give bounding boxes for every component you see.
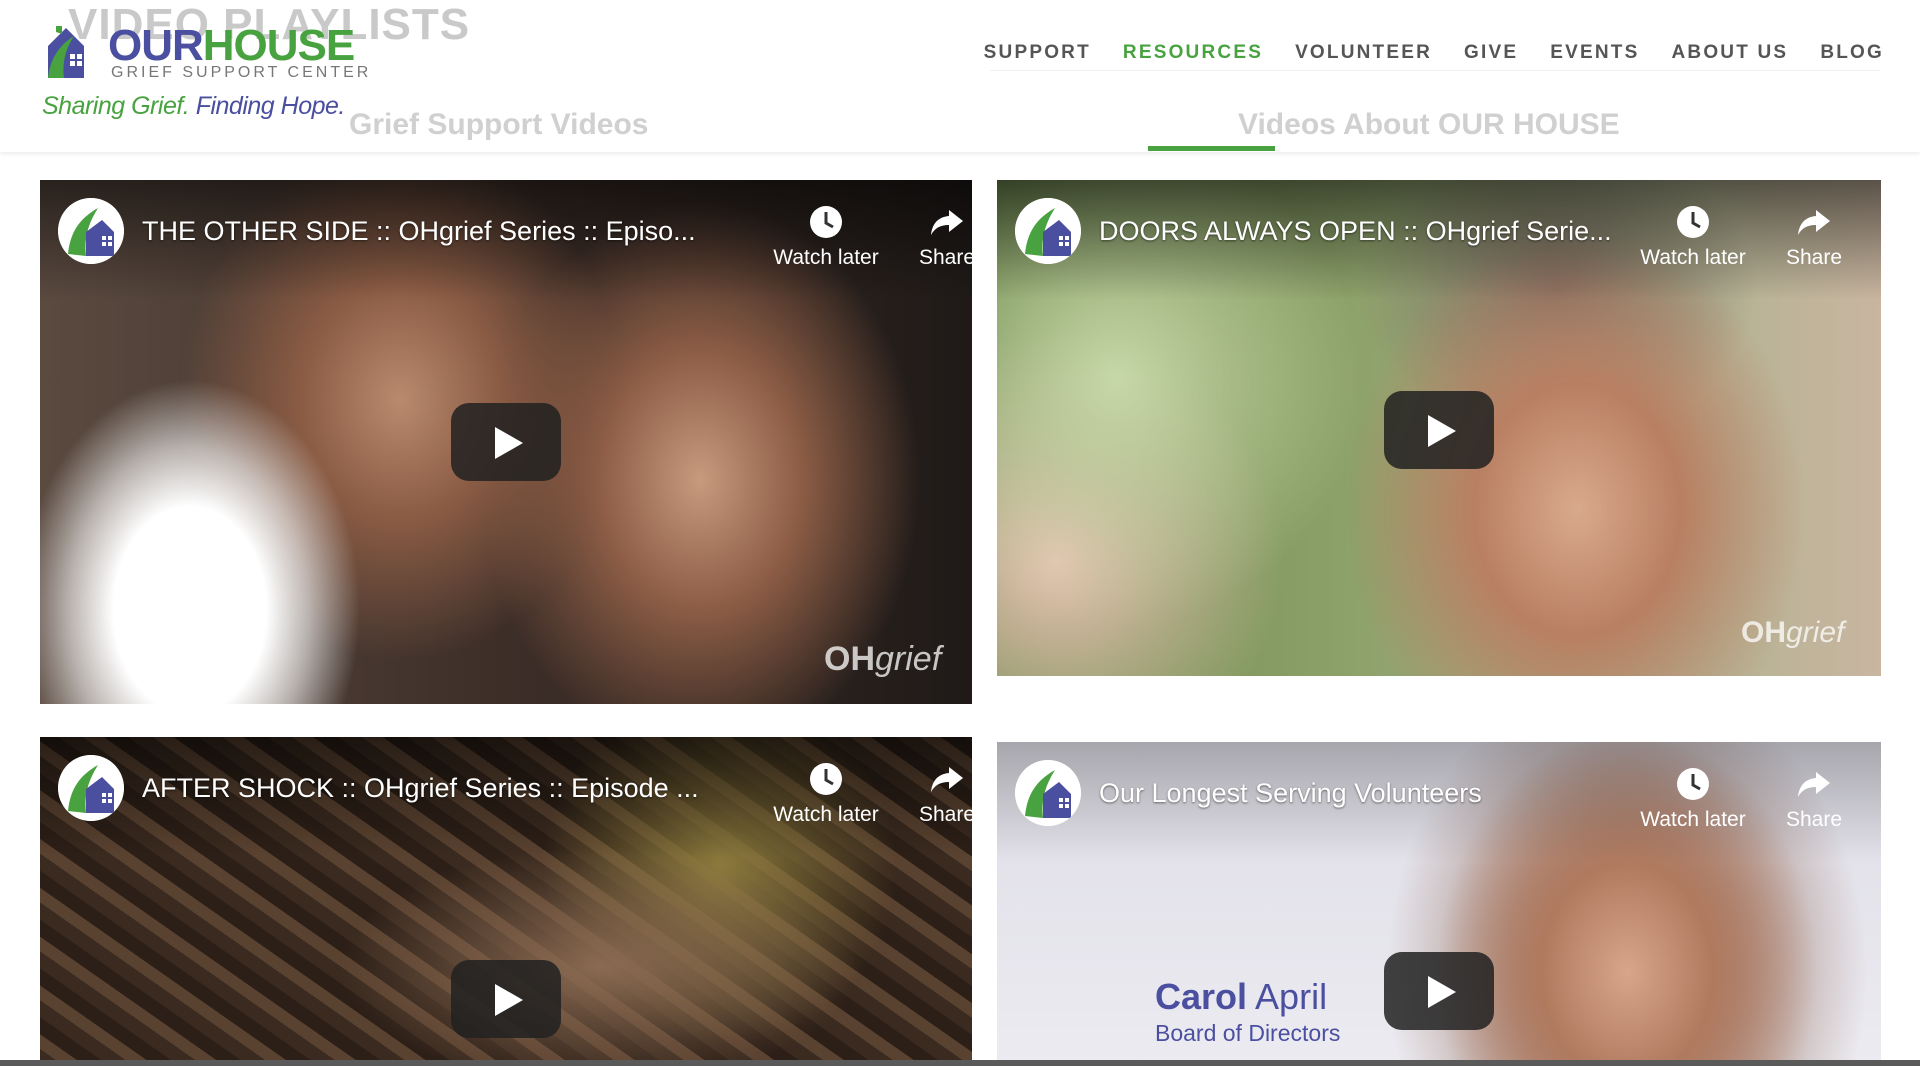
watermark-oh: OH bbox=[824, 640, 875, 678]
tagline-finding: Finding Hope. bbox=[195, 92, 346, 120]
share-arrow-icon bbox=[931, 210, 963, 235]
watch-later-button[interactable]: Watch later bbox=[1638, 204, 1748, 270]
speaker-first-name: Carol bbox=[1155, 976, 1248, 1017]
watch-later-label: Watch later bbox=[1640, 808, 1746, 831]
nav-resources[interactable]: RESOURCES bbox=[1107, 40, 1279, 66]
house-logo-icon bbox=[58, 198, 124, 264]
share-label: Share bbox=[1785, 246, 1843, 269]
clock-icon bbox=[1677, 768, 1709, 800]
watch-later-button[interactable]: Watch later bbox=[771, 204, 881, 270]
site-header: VIDEO PLAYLISTS OURHOUSE GRIEF SUPPORT C… bbox=[0, 0, 1920, 152]
share-arrow-icon bbox=[1798, 772, 1830, 797]
speaker-last-name: April bbox=[1255, 976, 1328, 1017]
share-label: Share bbox=[1785, 808, 1843, 831]
active-tab-indicator bbox=[1148, 146, 1275, 151]
house-logo-icon bbox=[1015, 760, 1081, 826]
lower-third-caption: Carol April Board of Directors bbox=[1155, 976, 1340, 1047]
house-logo-icon bbox=[1015, 198, 1081, 264]
channel-avatar[interactable] bbox=[58, 198, 124, 264]
channel-avatar[interactable] bbox=[1015, 198, 1081, 264]
watch-later-label: Watch later bbox=[773, 246, 879, 269]
play-button[interactable] bbox=[451, 960, 561, 1038]
video-title[interactable]: Our Longest Serving Volunteers bbox=[1099, 778, 1482, 809]
share-label: Share bbox=[918, 246, 972, 269]
play-button[interactable] bbox=[451, 403, 561, 481]
play-button[interactable] bbox=[1384, 391, 1494, 469]
house-logo-icon bbox=[58, 755, 124, 821]
share-arrow-icon bbox=[931, 767, 963, 792]
nav-about-us[interactable]: ABOUT US bbox=[1655, 40, 1804, 66]
bottom-edge-strip bbox=[0, 1060, 1920, 1066]
video-player-longest-serving-volunteers[interactable]: Our Longest Serving Volunteers Watch lat… bbox=[997, 742, 1881, 1066]
video-player-after-shock[interactable]: AFTER SHOCK :: OHgrief Series :: Episode… bbox=[40, 737, 972, 1066]
share-label: Share bbox=[918, 803, 972, 826]
video-player-doors-always-open[interactable]: DOORS ALWAYS OPEN :: OHgrief Serie... Wa… bbox=[997, 180, 1881, 676]
share-button[interactable]: Share bbox=[1759, 766, 1869, 832]
speaker-name: Carol April bbox=[1155, 976, 1340, 1018]
logo-wordmark: OURHOUSE bbox=[108, 21, 355, 70]
tab-videos-about-our-house[interactable]: Videos About OUR HOUSE bbox=[1238, 108, 1620, 142]
site-logo[interactable]: OURHOUSE GRIEF SUPPORT CENTER Sharing Gr… bbox=[40, 20, 368, 130]
speaker-role: Board of Directors bbox=[1155, 1020, 1341, 1046]
main-nav: SUPPORT RESOURCES VOLUNTEER GIVE EVENTS … bbox=[968, 40, 1900, 66]
clock-icon bbox=[810, 206, 842, 238]
nav-give[interactable]: GIVE bbox=[1448, 40, 1534, 66]
ohgrief-watermark: OHgrief bbox=[1741, 616, 1844, 650]
nav-divider bbox=[990, 70, 1880, 71]
nav-volunteer[interactable]: VOLUNTEER bbox=[1279, 40, 1448, 66]
logo-tagline: Sharing Grief. Finding Hope. bbox=[42, 92, 345, 121]
nav-blog[interactable]: BLOG bbox=[1804, 40, 1900, 66]
watch-later-label: Watch later bbox=[773, 803, 879, 826]
share-button[interactable]: Share bbox=[1759, 204, 1869, 270]
share-button[interactable]: Share bbox=[892, 204, 972, 270]
share-button[interactable]: Share bbox=[892, 761, 972, 827]
logo-subtitle: GRIEF SUPPORT CENTER bbox=[111, 64, 372, 81]
nav-events[interactable]: EVENTS bbox=[1534, 40, 1655, 66]
logo-word-our: OUR bbox=[108, 21, 204, 70]
house-logo-icon bbox=[48, 26, 84, 78]
video-title[interactable]: AFTER SHOCK :: OHgrief Series :: Episode… bbox=[142, 773, 699, 804]
watermark-grief: grief bbox=[1786, 616, 1845, 649]
video-player-the-other-side[interactable]: THE OTHER SIDE :: OHgrief Series :: Epis… bbox=[40, 180, 972, 704]
channel-avatar[interactable] bbox=[1015, 760, 1081, 826]
clock-icon bbox=[810, 763, 842, 795]
video-title[interactable]: THE OTHER SIDE :: OHgrief Series :: Epis… bbox=[142, 216, 696, 247]
logo-word-house: HOUSE bbox=[202, 21, 355, 70]
clock-icon bbox=[1677, 206, 1709, 238]
channel-avatar[interactable] bbox=[58, 755, 124, 821]
play-button[interactable] bbox=[1384, 952, 1494, 1030]
tagline-sharing: Sharing Grief. bbox=[42, 92, 190, 120]
watch-later-button[interactable]: Watch later bbox=[771, 761, 881, 827]
watch-later-button[interactable]: Watch later bbox=[1638, 766, 1748, 832]
watermark-oh: OH bbox=[1741, 616, 1786, 649]
video-title[interactable]: DOORS ALWAYS OPEN :: OHgrief Serie... bbox=[1099, 216, 1612, 247]
ohgrief-watermark: OHgrief bbox=[824, 640, 941, 679]
watermark-grief: grief bbox=[875, 640, 942, 678]
share-arrow-icon bbox=[1798, 210, 1830, 235]
tab-grief-support-videos[interactable]: Grief Support Videos bbox=[349, 108, 649, 142]
watch-later-label: Watch later bbox=[1640, 246, 1746, 269]
nav-support[interactable]: SUPPORT bbox=[968, 40, 1107, 66]
